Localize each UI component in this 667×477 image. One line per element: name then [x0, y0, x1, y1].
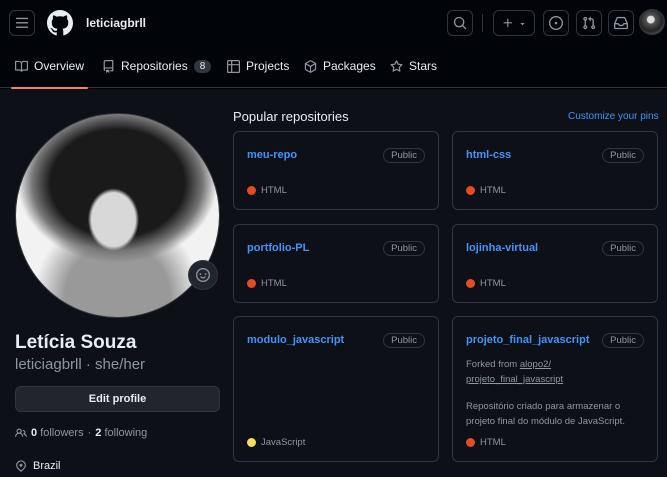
language-color-dot — [247, 279, 256, 288]
repo-language: HTML — [466, 185, 506, 196]
following-count: 2 — [95, 427, 102, 439]
header-username[interactable]: leticiagbrll — [86, 16, 146, 30]
customize-pins-link[interactable]: Customize your pins — [568, 111, 659, 122]
repo-language: HTML — [466, 437, 506, 448]
set-status-button[interactable] — [188, 260, 218, 290]
repositories-count-badge: 8 — [193, 59, 212, 73]
github-logo-icon[interactable] — [46, 10, 73, 36]
following-link[interactable]: 2 following — [95, 427, 147, 439]
repo-card: lojinha-virtual Public HTML — [452, 224, 658, 303]
language-name: HTML — [480, 185, 506, 196]
following-label: following — [104, 427, 148, 439]
profile-photo[interactable] — [15, 113, 220, 318]
popular-repos-title: Popular repositories — [233, 109, 349, 124]
package-icon — [304, 59, 317, 73]
tab-stars-label: Stars — [409, 59, 438, 73]
tab-packages-label: Packages — [323, 59, 376, 73]
profile-full-name: Letícia Souza — [15, 332, 137, 353]
tab-stars[interactable]: Stars — [390, 44, 437, 88]
language-name: HTML — [480, 437, 506, 448]
git-pull-request-icon — [583, 16, 596, 30]
visibility-badge: Public — [383, 148, 425, 163]
tab-projects-label: Projects — [246, 59, 290, 73]
people-icon — [15, 428, 27, 437]
repo-name-link[interactable]: modulo_javascript — [247, 334, 344, 346]
app-header: leticiagbrll Overview Repositories 8 Pro… — [0, 0, 667, 89]
followers-count: 0 — [31, 427, 38, 439]
tab-overview[interactable]: Overview — [10, 44, 89, 89]
tab-repositories[interactable]: Repositories 8 — [102, 44, 212, 88]
search-icon — [453, 16, 467, 30]
follow-stats: 0 followers · 2 following — [15, 427, 147, 439]
user-avatar[interactable] — [639, 9, 665, 35]
header-divider — [482, 14, 483, 32]
book-icon — [15, 60, 28, 72]
repo-name-link[interactable]: projeto_final_javascript — [466, 334, 590, 346]
followers-link[interactable]: 0 followers — [31, 427, 84, 439]
repo-card: html-css Public HTML — [452, 131, 658, 210]
inbox-icon — [614, 16, 628, 30]
tab-overview-label: Overview — [34, 59, 85, 73]
top-bar: leticiagbrll — [0, 0, 667, 44]
visibility-badge: Public — [383, 241, 425, 256]
language-color-dot — [466, 438, 475, 447]
forked-from-note: Forked from alopo2/ projeto_final_javasc… — [466, 357, 563, 387]
hamburger-icon — [15, 17, 29, 28]
search-button[interactable] — [447, 10, 473, 36]
language-color-dot — [247, 438, 256, 447]
repo-icon — [103, 59, 114, 73]
repo-name-link[interactable]: portfolio-PL — [247, 242, 309, 254]
repo-language: HTML — [247, 185, 287, 196]
repo-card: portfolio-PL Public HTML — [233, 224, 439, 303]
repo-card: meu-repo Public HTML — [233, 131, 439, 210]
visibility-badge: Public — [602, 333, 644, 348]
language-color-dot — [247, 186, 256, 195]
repo-language: JavaScript — [247, 437, 305, 448]
profile-tabs: Overview Repositories 8 Projects Package… — [0, 44, 667, 89]
visibility-badge: Public — [602, 241, 644, 256]
menu-button[interactable] — [9, 10, 35, 36]
plus-icon — [503, 18, 512, 28]
visibility-badge: Public — [602, 148, 644, 163]
repo-card: modulo_javascript Public JavaScript — [233, 316, 439, 462]
forked-from-link[interactable]: alopo2/ — [520, 359, 551, 370]
smiley-icon — [196, 268, 210, 282]
table-icon — [227, 59, 240, 73]
language-name: HTML — [480, 278, 506, 289]
profile-username-pronouns: leticiagbrll · she/her — [15, 356, 146, 373]
issues-button[interactable] — [543, 10, 569, 36]
language-name: HTML — [261, 185, 287, 196]
forked-from-prefix: Forked from — [466, 359, 518, 370]
followers-label: followers — [40, 427, 84, 439]
language-name: JavaScript — [261, 437, 306, 448]
language-name: HTML — [261, 278, 287, 289]
location-icon — [16, 460, 26, 472]
follow-separator: · — [87, 427, 92, 439]
issue-opened-icon — [549, 16, 563, 30]
repo-name-link[interactable]: lojinha-virtual — [466, 242, 538, 254]
pull-requests-button[interactable] — [576, 10, 602, 36]
profile-location: Brazil — [15, 460, 61, 472]
language-color-dot — [466, 279, 475, 288]
repo-card: projeto_final_javascript Public Forked f… — [452, 316, 658, 462]
repo-language: HTML — [247, 278, 287, 289]
tab-repositories-label: Repositories — [121, 59, 188, 73]
star-icon — [390, 59, 403, 72]
forked-from-link-repo[interactable]: projeto_final_javascript — [466, 374, 563, 385]
repo-name-link[interactable]: meu-repo — [247, 149, 297, 161]
inbox-button[interactable] — [608, 10, 634, 36]
repo-description: Repositório criado para armazenar o proj… — [466, 401, 625, 427]
repo-language: HTML — [466, 278, 506, 289]
language-color-dot — [466, 186, 475, 195]
triangle-down-icon — [519, 22, 525, 25]
repo-name-link[interactable]: html-css — [466, 149, 511, 161]
location-text: Brazil — [33, 460, 61, 472]
tab-projects[interactable]: Projects — [227, 44, 289, 88]
tab-packages[interactable]: Packages — [304, 44, 376, 88]
edit-profile-button[interactable]: Edit profile — [15, 386, 220, 412]
visibility-badge: Public — [383, 333, 425, 348]
create-new-button[interactable] — [493, 10, 535, 36]
